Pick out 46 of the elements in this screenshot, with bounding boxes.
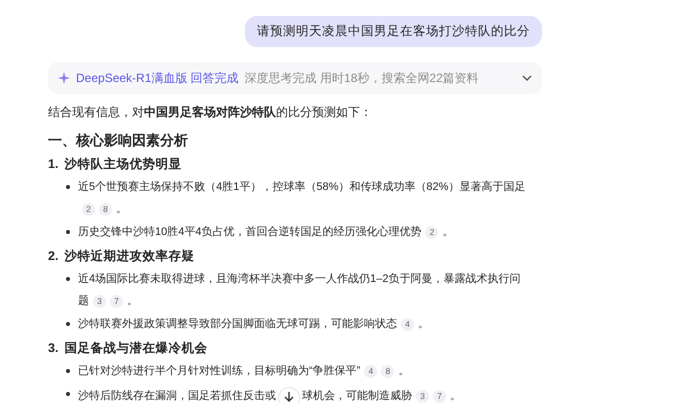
bullet-text: 已针对沙特进行半个月针对性训练，目标明确为“争胜保平” [78, 364, 360, 379]
period-mark: 。 [450, 389, 461, 403]
thinking-status-bar[interactable]: DeepSeek-R1满血版 回答完成 深度思考完成 用时18秒，搜索全网22篇资料 [48, 62, 542, 94]
list-number: 1. [48, 156, 58, 173]
thinking-detail: 深度思考完成 用时18秒，搜索全网22篇资料 [244, 70, 480, 86]
arrow-down-icon [284, 391, 294, 403]
model-status: DeepSeek-R1满血版 回答完成 [76, 70, 239, 86]
section-heading: 一、核心影响因素分析 [48, 131, 189, 150]
citation-badge[interactable]: 2 [425, 226, 438, 238]
factor-heading: 国足备战与潜在爆冷机会 [64, 340, 208, 357]
bullet-dot [66, 185, 70, 189]
citation-badge[interactable]: 7 [110, 294, 123, 308]
bullet-dot [66, 230, 70, 234]
citation-badge[interactable]: 3 [93, 294, 106, 308]
period-mark: 。 [398, 364, 410, 379]
period-mark: 。 [127, 294, 138, 309]
factor-heading: 沙特近期进攻效率存疑 [64, 248, 194, 265]
chevron-icon [522, 75, 532, 81]
user-message: 请预测明天凌晨中国男足在客场打沙特队的比分 [245, 16, 542, 47]
sparkle-icon [58, 72, 70, 84]
bullet-dot [66, 392, 70, 396]
period-mark: 。 [116, 202, 127, 217]
citation-badge[interactable]: 7 [433, 390, 446, 402]
list-number: 2. [48, 248, 58, 265]
bullet-text: 沙特联赛外援政策调整导致部分国脚面临无球可踢，可能影响状态 [78, 316, 397, 332]
bullet-text: 球机会，可能制造威胁 [302, 389, 412, 403]
citation-badge[interactable]: 2 [82, 202, 95, 216]
period-mark: 。 [418, 317, 429, 332]
intro-paragraph: 结合现有信息，对中国男足客场对阵沙特队的比分预测如下： [48, 104, 373, 121]
list-number: 3. [48, 340, 58, 357]
bullet-dot [66, 369, 70, 373]
period-mark: 。 [442, 225, 454, 240]
bullet-text: 近5个世预赛主场保持不败（4胜1平），控球率（58%）和传球成功率（82%）显著高于国足 [78, 180, 526, 195]
citation-badge[interactable]: 3 [416, 390, 429, 402]
citation-badge[interactable]: 8 [99, 202, 112, 216]
bullet-dot [66, 277, 70, 281]
bullet-text: 近4场国际比赛未取得进球，且海湾杯半决赛中多一人作战仍1–2负于阿曼，暴露战术执行问 [78, 272, 520, 287]
citation-badge[interactable]: 4 [401, 318, 414, 330]
citation-badge[interactable]: 4 [364, 364, 378, 378]
citation-badge[interactable]: 8 [381, 364, 394, 378]
bullet-text: 历史交锋中沙特10胜4平4负占优，首回合逆转国足的经历强化心理优势 [78, 224, 422, 240]
factor-heading: 沙特队主场优势明显 [64, 156, 182, 173]
bullet-text: 沙特后防线存在漏洞，国足若抓住反击或 [78, 389, 276, 403]
bullet-text: 题 [78, 294, 89, 309]
scroll-down-button[interactable] [278, 387, 300, 403]
bullet-dot [66, 322, 70, 326]
